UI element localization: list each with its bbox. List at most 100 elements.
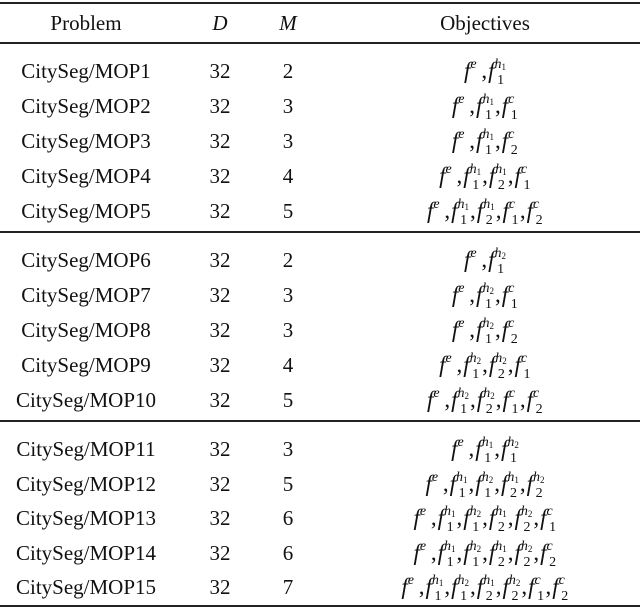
objective-term: fe: [451, 435, 464, 461]
objective-term: fe: [451, 281, 465, 307]
d-cell: 32: [209, 540, 231, 565]
objective-term: fh2 2: [502, 573, 521, 605]
d-cell: 32: [209, 575, 231, 600]
m-cell: 5: [282, 471, 294, 496]
comma-separator: ,: [494, 470, 500, 496]
objectives-cell: fe ,fh1 1: [330, 54, 640, 88]
d-cell: 32: [209, 129, 231, 153]
objective-term: fh2 2: [514, 538, 533, 570]
comma-separator: ,: [442, 470, 449, 496]
m-cell: 4: [282, 164, 294, 188]
comma-separator: ,: [507, 163, 514, 188]
objective-term: fh1 2: [476, 197, 495, 228]
problem-cell: CitySeg/MOP8: [21, 318, 151, 342]
objectives-cell: fe ,fh1 1 ,fh2 1: [330, 432, 640, 466]
objective-term: fe: [413, 504, 427, 531]
objective-term: fc 1: [501, 281, 518, 312]
comma-separator: ,: [494, 436, 500, 461]
problem-cell: CitySeg/MOP15: [15, 575, 157, 600]
problem-cell: CitySeg/MOP4: [21, 164, 151, 188]
table-row: CitySeg/MOP4 32 4 fe ,fh1 1 ,fh1 2 ,fc 1: [0, 159, 640, 193]
objective-term: fh2 2: [488, 351, 507, 382]
comma-separator: ,: [430, 539, 437, 565]
table-row: CitySeg/MOP6 32 2 fe ,fh2 1: [0, 243, 640, 277]
problem-cell: CitySeg/MOP12: [15, 471, 157, 496]
comma-separator: ,: [494, 317, 501, 342]
comma-separator: ,: [481, 247, 488, 272]
objective-term: fc 2: [526, 197, 543, 228]
objectives-cell: fe ,fh2 1 ,fc 2: [330, 313, 640, 347]
comma-separator: ,: [494, 93, 501, 118]
objective-term: fc 1: [502, 386, 519, 417]
d-cell: 32: [209, 471, 231, 496]
objectives-cell: fe ,fh1 1 ,fc 2: [330, 124, 640, 158]
objective-term: fh1 2: [488, 538, 507, 570]
comma-separator: ,: [456, 539, 463, 565]
m-cell: 2: [282, 248, 294, 272]
m-cell: 3: [282, 94, 294, 118]
d-cell: 32: [209, 283, 231, 307]
table-row: CitySeg/MOP12 32 5 fe ,fh1 1 ,fh2 1 ,fh1 2 ,fh2 2: [0, 467, 640, 501]
group-rule: [0, 420, 640, 422]
m-cell: 6: [282, 506, 294, 531]
d-cell: 32: [209, 353, 231, 377]
header-objectives: Objectives: [440, 11, 530, 35]
table-row: CitySeg/MOP8 32 3 fe ,fh2 1 ,fc 2: [0, 313, 640, 347]
table-row: CitySeg/MOP7 32 3 fe ,fh2 1 ,fc 1: [0, 278, 640, 312]
comma-separator: ,: [482, 352, 488, 377]
comma-separator: ,: [456, 163, 463, 188]
header-row: Problem D M Objectives: [0, 3, 640, 37]
problem-cell: CitySeg/MOP6: [21, 248, 151, 272]
objective-term: fc 1: [502, 197, 519, 228]
m-cell: 5: [282, 388, 294, 412]
comma-separator: ,: [507, 539, 514, 565]
m-cell: 7: [282, 575, 294, 600]
m-cell: 4: [282, 353, 294, 377]
objective-term: fe: [439, 162, 452, 188]
comma-separator: ,: [470, 387, 476, 412]
m-cell: 6: [282, 540, 294, 565]
objective-term: fe: [439, 351, 452, 377]
objective-term: fe: [451, 316, 465, 342]
objective-term: fh1 1: [475, 435, 494, 466]
objective-term: fe: [427, 197, 440, 223]
d-cell: 32: [209, 388, 231, 412]
d-cell: 32: [209, 248, 231, 272]
objective-term: fh1 1: [488, 57, 507, 88]
problem-cell: CitySeg/MOP3: [21, 129, 151, 153]
comma-separator: ,: [470, 574, 476, 600]
comma-separator: ,: [533, 539, 540, 565]
objective-term: fh2 1: [475, 469, 494, 501]
objective-term: fh2 1: [463, 504, 482, 536]
group-rule: [0, 231, 640, 233]
comma-separator: ,: [468, 470, 475, 496]
objectives-cell: fe ,fh2 1 ,fh2 2 ,fc 1 ,fc 2: [330, 383, 640, 417]
table-row: CitySeg/MOP3 32 3 fe ,fh1 1 ,fc 2: [0, 124, 640, 158]
comma-separator: ,: [482, 539, 488, 565]
header-m: M: [279, 11, 297, 35]
comma-separator: ,: [444, 574, 451, 600]
objectives-cell: fe ,fh1 1 ,fh2 1 ,fh1 2 ,fh2 2 ,fc 2: [330, 536, 640, 570]
objective-term: fc 2: [526, 386, 543, 417]
objective-term: fh1 1: [476, 92, 494, 123]
comma-separator: ,: [444, 198, 451, 223]
problem-cell: CitySeg/MOP7: [21, 283, 151, 307]
table-row: CitySeg/MOP13 32 6 fe ,fh1 1 ,fh2 1 ,fh1 2 ,fh2 2 ,f…: [0, 501, 640, 535]
table-row: CitySeg/MOP1 32 2 fe ,fh1 1: [0, 54, 640, 88]
objective-term: fe: [451, 92, 465, 118]
m-cell: 3: [282, 283, 294, 307]
objective-term: fh2 1: [451, 386, 470, 417]
comma-separator: ,: [545, 574, 552, 600]
objectives-cell: fe ,fh1 1 ,fh2 1 ,fh1 2 ,fh2 2 ,fc 1: [330, 501, 640, 535]
objectives-cell: fe ,fh2 1 ,fc 1: [330, 278, 640, 312]
objective-term: fh1 1: [463, 162, 482, 193]
objectives-cell: fe ,fh1 1 ,fc 1: [330, 89, 640, 123]
d-cell: 32: [209, 506, 231, 531]
objective-term: fe: [427, 386, 440, 412]
m-cell: 2: [282, 59, 294, 83]
header-rule: [0, 42, 640, 44]
problem-cell: CitySeg/MOP9: [21, 353, 151, 377]
objective-term: fh1 1: [451, 197, 470, 228]
m-cell: 3: [282, 437, 294, 461]
d-cell: 32: [209, 164, 231, 188]
